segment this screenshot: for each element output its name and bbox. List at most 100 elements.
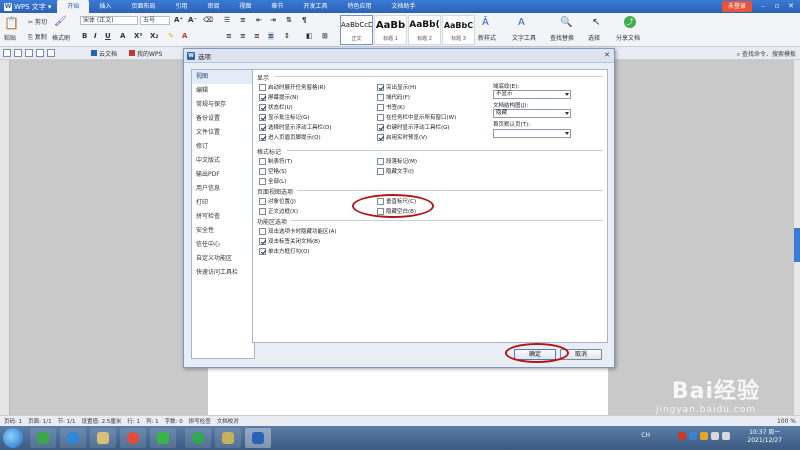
tab-insert[interactable]: 插入 (89, 0, 121, 13)
checkbox[interactable] (377, 83, 384, 91)
status-spell-check[interactable]: 拼写检查 (189, 417, 211, 425)
undo-icon[interactable] (36, 49, 44, 57)
format-painter-button[interactable]: 格式刷 (52, 33, 70, 42)
opt-float-toolbar-select[interactable]: 选择时显示浮动工具栏(D) (259, 123, 332, 131)
opt-header-footer-tip[interactable]: 进入页眉页脚提示(Q) (259, 133, 321, 141)
tab-home[interactable]: 开始 (57, 0, 90, 13)
style-heading-3[interactable]: AaBbC 标题 3 (442, 15, 475, 45)
maximize-icon[interactable]: ▫ (770, 0, 784, 13)
taskbar-app-2[interactable] (60, 428, 86, 448)
opt-screen-tips[interactable]: 屏幕提示(N) (259, 93, 298, 101)
tray-icon[interactable] (689, 432, 697, 440)
bold-icon[interactable]: B (82, 32, 87, 40)
volume-icon[interactable] (711, 432, 719, 440)
cursor-icon[interactable]: ↖ (592, 17, 600, 28)
number-list-icon[interactable]: ≡ (240, 16, 246, 24)
checkbox[interactable] (259, 93, 266, 101)
nav-trust-center[interactable]: 信任中心 (192, 238, 254, 252)
text-tools-icon[interactable]: A (518, 17, 525, 28)
cancel-button[interactable]: 取消 (560, 349, 602, 360)
cut-button[interactable]: ✂ 剪切 (28, 17, 47, 26)
tab-my-wps[interactable]: 我的WPS (123, 49, 168, 58)
style-normal[interactable]: AaBbCcDd 正文 (340, 15, 373, 45)
opt-dblclick-close-doc[interactable]: 双击标签关闭文档(B) (259, 237, 320, 245)
checkbox[interactable] (377, 133, 384, 141)
opt-text-border[interactable]: 正文边框(X) (259, 207, 298, 215)
status-proofread[interactable]: 文档校对 (217, 417, 239, 425)
clear-format-icon[interactable]: ⌫ (203, 16, 213, 24)
opt-live-preview[interactable]: 启用实时预览(V) (377, 133, 427, 141)
opt-show-all-windows[interactable]: 在任务栏中显示所有窗口(W) (377, 113, 456, 121)
align-right-icon[interactable]: ≡ (254, 32, 260, 40)
taskbar-wechat[interactable] (150, 428, 176, 448)
first-page-select[interactable] (493, 129, 571, 138)
minimize-icon[interactable]: – (756, 0, 770, 13)
checkbox[interactable] (259, 103, 266, 111)
checkbox[interactable] (377, 197, 384, 205)
taskbar-app-7[interactable] (215, 428, 241, 448)
tab-developer[interactable]: 开发工具 (293, 0, 337, 13)
dialog-title-bar[interactable]: W 选项 (184, 49, 614, 63)
nav-security[interactable]: 安全性 (192, 224, 254, 238)
checkbox[interactable] (377, 207, 384, 215)
nav-chinese-layout[interactable]: 中文版式 (192, 154, 254, 168)
shading-icon[interactable]: ◧ (306, 32, 313, 40)
opt-vertical-ruler[interactable]: 垂直标尺(C) (377, 197, 416, 205)
checkbox[interactable] (377, 93, 384, 101)
checkbox[interactable] (259, 207, 266, 215)
field-shading-select[interactable]: 不显示 (493, 90, 571, 99)
tab-review[interactable]: 审阅 (197, 0, 229, 13)
sort-icon[interactable]: ⇅ (286, 16, 292, 24)
strikethrough-icon[interactable]: A (120, 32, 125, 40)
close-icon[interactable]: ✕ (602, 51, 612, 60)
checkbox[interactable] (377, 167, 384, 175)
font-name-select[interactable]: 宋体 (正文) (80, 16, 138, 25)
checkbox[interactable] (259, 237, 266, 245)
checkbox[interactable] (259, 167, 266, 175)
border-icon[interactable]: ⊞ (322, 32, 328, 40)
opt-hide-whitespace[interactable]: 隐藏空白(B) (377, 207, 416, 215)
print-icon[interactable] (25, 49, 33, 57)
taskbar-app-1[interactable] (30, 428, 56, 448)
nav-user-info[interactable]: 用户信息 (192, 182, 254, 196)
align-center-icon[interactable]: ≡ (240, 32, 246, 40)
opt-tab-char[interactable]: 制表符(T) (259, 157, 292, 165)
nav-spell-check[interactable]: 拼写检查 (192, 210, 254, 224)
open-icon[interactable] (3, 49, 11, 57)
opt-status-bar[interactable]: 状态栏(U) (259, 103, 293, 111)
opt-click-box-check[interactable]: 单击方框打勾(O) (259, 247, 310, 255)
checkbox[interactable] (259, 177, 266, 185)
nav-custom-ribbon[interactable]: 自定义功能区 (192, 252, 254, 266)
tray-icon[interactable] (700, 432, 708, 440)
nav-edit[interactable]: 编辑 (192, 84, 254, 98)
brush-icon[interactable]: 🖌 (54, 16, 67, 27)
highlight-icon[interactable]: ✎ (168, 32, 174, 40)
font-color-icon[interactable]: A (182, 32, 187, 40)
tab-chapter[interactable]: 章节 (261, 0, 293, 13)
nav-print[interactable]: 打印 (192, 196, 254, 210)
checkbox[interactable] (259, 113, 266, 121)
underline-icon[interactable]: U (105, 32, 111, 40)
opt-field-codes[interactable]: 域代码(F) (377, 93, 410, 101)
tab-cloud-doc[interactable]: 云文档 (85, 49, 123, 58)
line-spacing-icon[interactable]: ↕ (284, 32, 290, 40)
italic-icon[interactable]: I (94, 32, 97, 40)
superscript-icon[interactable]: X² (134, 32, 142, 40)
style-heading-1[interactable]: AaBb 标题 1 (374, 15, 407, 45)
shrink-font-icon[interactable]: A⁻ (188, 16, 197, 24)
opt-space[interactable]: 空格(S) (259, 167, 287, 175)
tab-view[interactable]: 视图 (229, 0, 261, 13)
redo-icon[interactable] (47, 49, 55, 57)
checkbox[interactable] (259, 157, 266, 165)
nav-view[interactable]: 视图 (192, 70, 254, 84)
tab-page-layout[interactable]: 页面布局 (121, 0, 165, 13)
opt-object-position[interactable]: 对象位置(J) (259, 197, 296, 205)
font-size-select[interactable]: 五号 (140, 16, 170, 25)
opt-highlight[interactable]: 突出显示(H) (377, 83, 416, 91)
subscript-icon[interactable]: X₂ (150, 32, 158, 40)
tab-doc-assistant[interactable]: 文档助手 (381, 0, 425, 13)
select-button[interactable]: 选择 (588, 33, 600, 42)
share-button[interactable]: 分享文档 (616, 33, 640, 42)
indent-decrease-icon[interactable]: ⇤ (256, 16, 262, 24)
opt-hidden-text[interactable]: 隐藏文字(I) (377, 167, 414, 175)
